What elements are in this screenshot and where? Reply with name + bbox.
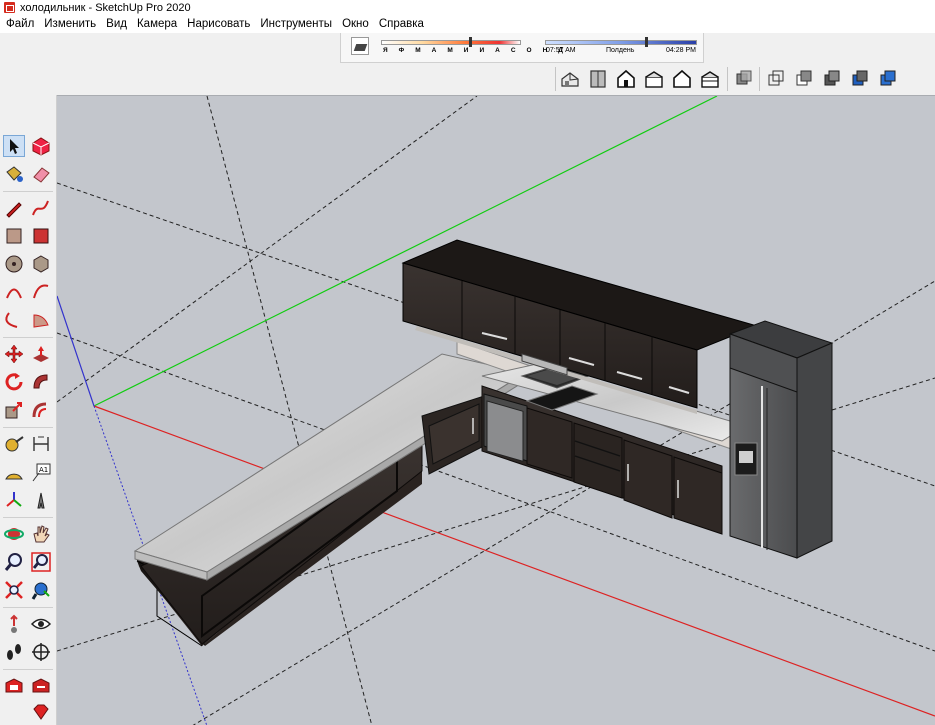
circle-tool-icon[interactable] [3,253,25,275]
ruby-console-icon[interactable] [30,701,52,723]
polygon-tool-icon[interactable] [30,253,52,275]
zoom-tool-icon[interactable] [3,551,25,573]
toolbar-separator [759,67,760,91]
time-slider-handle[interactable] [645,37,648,47]
rectangle-tool-icon[interactable] [3,225,25,247]
title-bar: холодильник - SketchUp Pro 2020 [0,0,935,15]
shaded-textures-style-icon[interactable] [849,68,871,90]
front-view-icon[interactable] [615,68,637,90]
right-view-icon[interactable] [643,68,665,90]
section-plane-icon[interactable] [30,641,52,663]
sketchup-window: холодильник - SketchUp Pro 2020 Файл Изм… [0,0,935,725]
menu-bar: Файл Изменить Вид Камера Нарисовать Инст… [0,15,935,33]
rotate-tool-icon[interactable] [3,371,25,393]
previous-view-icon[interactable] [30,579,52,601]
time-slider[interactable] [545,40,697,45]
3d-text-icon[interactable] [30,489,52,511]
two-point-arc-icon[interactable] [30,281,52,303]
monochrome-style-icon[interactable] [877,68,899,90]
warehouse-icon[interactable] [3,675,25,697]
iso-view-icon[interactable] [559,68,581,90]
large-toolset-toolbar: A1 [0,95,57,725]
orbit-tool-icon[interactable] [3,523,25,545]
menu-edit[interactable]: Изменить [39,18,101,30]
move-tool-icon[interactable] [3,343,25,365]
toolbar-separator [3,607,53,608]
pie-tool-icon[interactable] [30,309,52,331]
paint-bucket-icon[interactable] [3,163,25,185]
extension-warehouse-icon[interactable] [30,675,52,697]
menu-view[interactable]: Вид [101,18,132,30]
time-start-label: 07:57 AM [546,47,576,54]
freehand-tool-icon[interactable] [30,197,52,219]
time-noon-label: Полдень [606,47,635,54]
tape-measure-icon[interactable] [3,433,25,455]
modeling-viewport[interactable] [57,95,935,725]
select-tool-icon[interactable] [3,135,25,157]
protractor-icon[interactable] [3,461,25,483]
views-toolbar [551,63,935,95]
push-pull-icon[interactable] [30,343,52,365]
month-slider-handle[interactable] [469,37,472,47]
toolbar-separator [3,337,53,338]
dimension-tool-icon[interactable] [30,433,52,455]
window-title: холодильник - SketchUp Pro 2020 [20,1,191,14]
pan-tool-icon[interactable] [30,523,52,545]
shadows-toolbar: Я Ф М А М И И А С О Н Д 07:57 AM Полдень… [340,33,704,63]
zoom-extents-icon[interactable] [3,579,25,601]
top-view-icon[interactable] [587,68,609,90]
walk-tool-icon[interactable] [3,641,25,663]
text-tool-icon[interactable]: A1 [30,461,52,483]
toolbar-separator [3,191,53,192]
month-slider[interactable] [381,40,521,45]
scale-tool-icon[interactable] [3,399,25,421]
left-view-icon[interactable] [699,68,721,90]
offset-tool-icon[interactable] [30,399,52,421]
rotated-rectangle-icon[interactable] [30,225,52,247]
eraser-icon[interactable] [30,163,52,185]
time-end-label: 04:28 PM [666,47,696,54]
three-point-arc-icon[interactable] [3,309,25,331]
line-tool-icon[interactable] [3,197,25,219]
shadows-toggle-button[interactable] [351,37,369,55]
menu-camera[interactable]: Камера [132,18,182,30]
toolbar-separator [3,427,53,428]
zoom-window-icon[interactable] [30,551,52,573]
svg-text:A1: A1 [39,466,48,474]
axes-tool-icon[interactable] [3,489,25,511]
shaded-style-icon[interactable] [821,68,843,90]
arc-tool-icon[interactable] [3,281,25,303]
menu-window[interactable]: Окно [337,18,374,30]
menu-help[interactable]: Справка [374,18,429,30]
toolbar-separator [3,517,53,518]
blue-axis [57,295,95,407]
menu-draw[interactable]: Нарисовать [182,18,255,30]
follow-me-icon[interactable] [30,371,52,393]
toolbar-separator [727,67,728,91]
position-camera-icon[interactable] [3,613,25,635]
menu-tools[interactable]: Инструменты [255,18,337,30]
hidden-line-style-icon[interactable] [793,68,815,90]
sketchup-logo-icon [4,2,15,13]
scene-canvas[interactable] [57,96,935,725]
xray-style-icon[interactable] [733,68,755,90]
oven-door [486,400,524,462]
look-around-icon[interactable] [30,613,52,635]
toolbar-separator [555,67,556,91]
toolbar-separator [3,669,53,670]
back-view-icon[interactable] [671,68,693,90]
refrigerator [728,320,834,559]
wireframe-style-icon[interactable] [765,68,787,90]
month-labels: Я Ф М А М И И А С О Н Д [383,47,568,54]
make-component-icon[interactable] [30,135,52,157]
menu-file[interactable]: Файл [1,18,39,30]
